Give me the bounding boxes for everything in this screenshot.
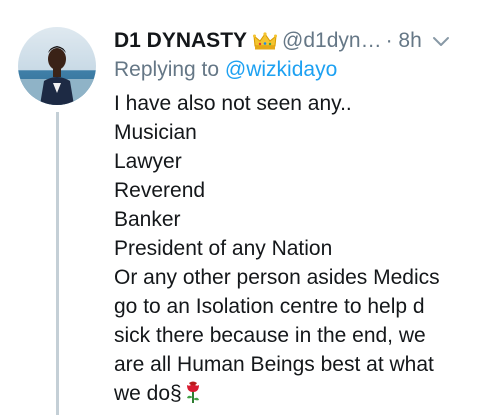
tweet-text-line: Reverend [114, 179, 206, 202]
timestamp[interactable]: · 8h [386, 29, 422, 53]
display-name[interactable]: D1 DYNASTY [114, 29, 247, 53]
reply-prefix: Replying to [114, 58, 220, 81]
avatar-photo [18, 27, 96, 105]
tweet[interactable]: D1 DYNASTY @d1dyn… · 8h Replying to @wiz… [0, 0, 480, 415]
thread-line [56, 112, 59, 415]
tweet-text-line: Or any other person asides Medics [114, 266, 440, 289]
tweet-text-line: Musician [114, 121, 197, 144]
tweet-text-line: Lawyer [114, 150, 182, 173]
tweet-text-line: sick there because in the end, we [114, 324, 426, 347]
tweet-header: D1 DYNASTY @d1dyn… · 8h [114, 26, 464, 56]
tweet-text-line: go to an Isolation centre to help d [114, 295, 425, 318]
rose-icon [184, 380, 202, 404]
tweet-text-line: I have also not seen any.. [114, 92, 352, 115]
tweet-text-line: we do§ [114, 382, 182, 405]
chevron-down-icon[interactable] [432, 35, 450, 47]
avatar[interactable] [18, 27, 96, 105]
reply-to-link[interactable]: @wizkidayo [225, 58, 337, 81]
tweet-text-line: President of any Nation [114, 237, 333, 260]
tweet-text-last-line: we do§ [114, 379, 476, 408]
tweet-text: I have also not seen any.. Musician Lawy… [114, 89, 476, 408]
tweet-text-line: are all Human Beings best at what [114, 353, 434, 376]
replying-to: Replying to @wizkidayo [114, 58, 337, 82]
crown-icon [253, 31, 278, 51]
handle[interactable]: @d1dyn… [282, 29, 382, 53]
tweet-text-line: Banker [114, 208, 181, 231]
